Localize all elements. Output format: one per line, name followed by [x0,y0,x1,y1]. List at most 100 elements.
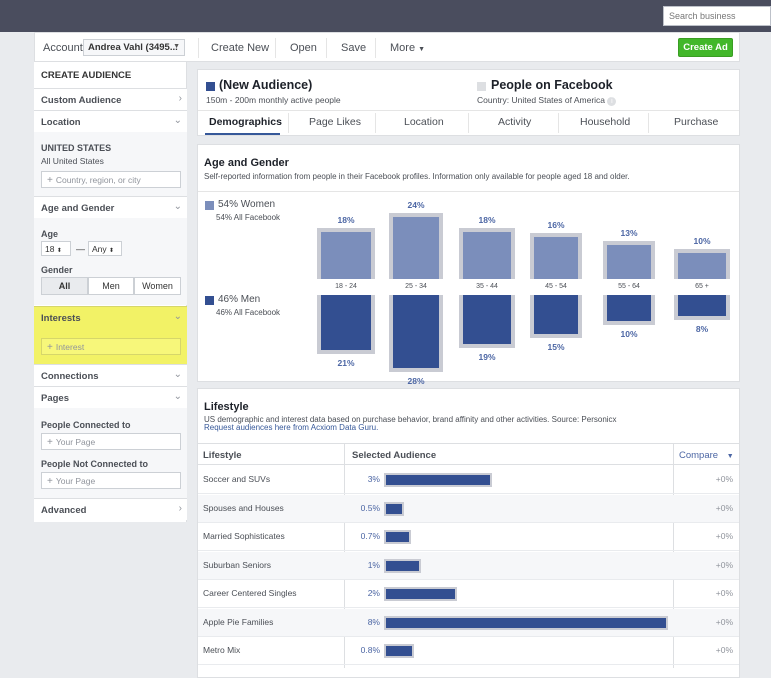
men-pct-label: 15% [547,342,565,352]
lifestyle-compare: +0% [715,531,733,541]
women-pct-label: 13% [620,228,638,239]
gender-women-button[interactable]: Women [134,277,181,295]
age-range-label: 65 + [695,283,709,290]
men-bar [393,295,439,368]
table-row[interactable]: Soccer and SUVs 3% +0% [198,466,739,494]
info-icon[interactable]: i [607,97,617,106]
chevron-down-icon: ⌄ [173,391,182,402]
tab-household[interactable]: Household [580,116,630,128]
table-row[interactable]: Career Centered Singles 2% +0% [198,580,739,608]
not-connected-page-placeholder: Your Page [55,476,96,486]
lifestyle-name: Spouses and Houses [203,502,284,513]
save-button[interactable]: Save [341,42,366,54]
table-row[interactable]: Apple Pie Families 8% +0% [198,608,739,637]
interest-input[interactable]: + Interest [41,338,181,355]
chevron-down-icon: ▼ [418,46,426,53]
chevron-down-icon: ▼ [726,453,734,460]
not-connected-page-input[interactable]: + Your Page [41,472,181,489]
men-bar [463,295,511,345]
active-tab-indicator [205,133,280,135]
lifestyle-bar [386,617,666,628]
men-legend-label: 46% Men [218,294,261,305]
create-new-button[interactable]: Create New [211,42,269,54]
lifestyle-name: Apple Pie Families [203,616,274,627]
women-pct-label: 18% [478,215,496,226]
men-pct-label: 10% [620,329,638,339]
sidebar-item-label: Custom Audience [41,95,122,106]
chevron-right-icon: › [178,503,182,514]
lifestyle-compare: +0% [715,559,733,570]
sidebar-item-connections[interactable]: Connections ⌄ [34,364,187,386]
compare-title: People on Facebook [491,78,613,92]
account-select[interactable]: Andrea Vahl (3495... ▼ [83,39,185,56]
create-ad-button[interactable]: Create Ad [678,38,733,57]
age-max-select[interactable]: Any ⬍ [88,241,122,256]
audience-color-swatch [206,82,215,91]
compare-dropdown[interactable]: Compare ▼ [679,450,734,461]
people-connected-label: People Connected to [41,420,131,430]
age-range-label: 35 - 44 [476,283,498,290]
sidebar-item-label: Interests [41,313,81,324]
location-section: UNITED STATES All United States + Country… [34,132,187,196]
lifestyle-pct: 2% [367,588,380,598]
tab-activity[interactable]: Activity [498,116,531,128]
sidebar-item-location[interactable]: Location ⌄ [34,110,187,132]
men-pct-label: 8% [695,323,709,334]
table-row[interactable]: Metro Mix 0.8% +0% [198,637,739,665]
sidebar-item-interests[interactable]: Interests ⌄ [34,306,187,328]
chevron-updown-icon: ⬍ [56,248,62,254]
open-button[interactable]: Open [290,42,317,54]
age-min-value: 18 [45,244,55,254]
sidebar-item-label: Pages [41,393,69,404]
tab-demographics[interactable]: Demographics [209,116,282,128]
lifestyle-compare: +0% [715,616,733,627]
lifestyle-name: Career Centered Singles [203,588,297,598]
lifestyle-name: Suburban Seniors [203,559,272,570]
women-bar [321,232,371,279]
connected-page-input[interactable]: + Your Page [41,433,181,450]
sidebar-item-custom-audience[interactable]: Custom Audience › [34,88,187,110]
table-row[interactable]: Married Sophisticates 0.7% +0% [198,523,739,551]
tab-location[interactable]: Location [404,116,444,128]
sidebar-item-pages[interactable]: Pages ⌄ [34,386,187,408]
toolbar-divider [275,38,276,58]
toolbar-divider [326,38,327,58]
women-bar [678,253,726,279]
lifestyle-bar [386,503,402,514]
lifestyle-pct: 0.5% [360,502,380,513]
gender-all-button[interactable]: All [41,277,88,295]
toolbar-divider [198,38,199,58]
age-min-select[interactable]: 18 ⬍ [41,241,71,256]
men-legend-sub: 46% All Facebook [216,308,281,317]
age-range-label: 55 - 64 [618,283,640,290]
table-row[interactable]: Spouses and Houses 0.5% +0% [198,494,739,523]
tab-page-likes[interactable]: Page Likes [309,116,361,128]
plus-icon: + [47,476,53,487]
lifestyle-pct: 1% [367,559,380,570]
connected-page-placeholder: Your Page [55,437,96,447]
lifestyle-bar [386,475,490,485]
lifestyle-name: Metro Mix [203,645,241,655]
location-input[interactable]: + Country, region, or city [41,171,181,188]
women-legend-swatch [205,201,214,210]
tab-purchase[interactable]: Purchase [674,116,718,128]
age-range-label: 18 - 24 [335,283,357,290]
sidebar-item-age-gender[interactable]: Age and Gender ⌄ [34,196,187,218]
tab-divider [375,113,376,133]
pages-section: People Connected to + Your Page People No… [34,408,187,498]
col-selected-header: Selected Audience [352,450,437,461]
age-max-value: Any [92,244,107,254]
more-button[interactable]: More ▼ [390,42,425,54]
gender-men-button[interactable]: Men [88,277,134,295]
search-input[interactable]: Search business [663,6,771,26]
men-bar [321,295,371,350]
lifestyle-compare: +0% [715,645,733,655]
men-pct-label: 21% [337,357,355,368]
table-row[interactable]: Suburban Seniors 1% +0% [198,551,739,580]
location-placeholder: Country, region, or city [55,175,141,185]
acxiom-link[interactable]: Request audiences here from Acxiom Data … [204,423,378,432]
sidebar-item-advanced[interactable]: Advanced › [34,498,187,520]
women-bar [393,216,439,279]
women-pct-label: 18% [337,215,355,226]
account-label: Account: [43,42,86,54]
